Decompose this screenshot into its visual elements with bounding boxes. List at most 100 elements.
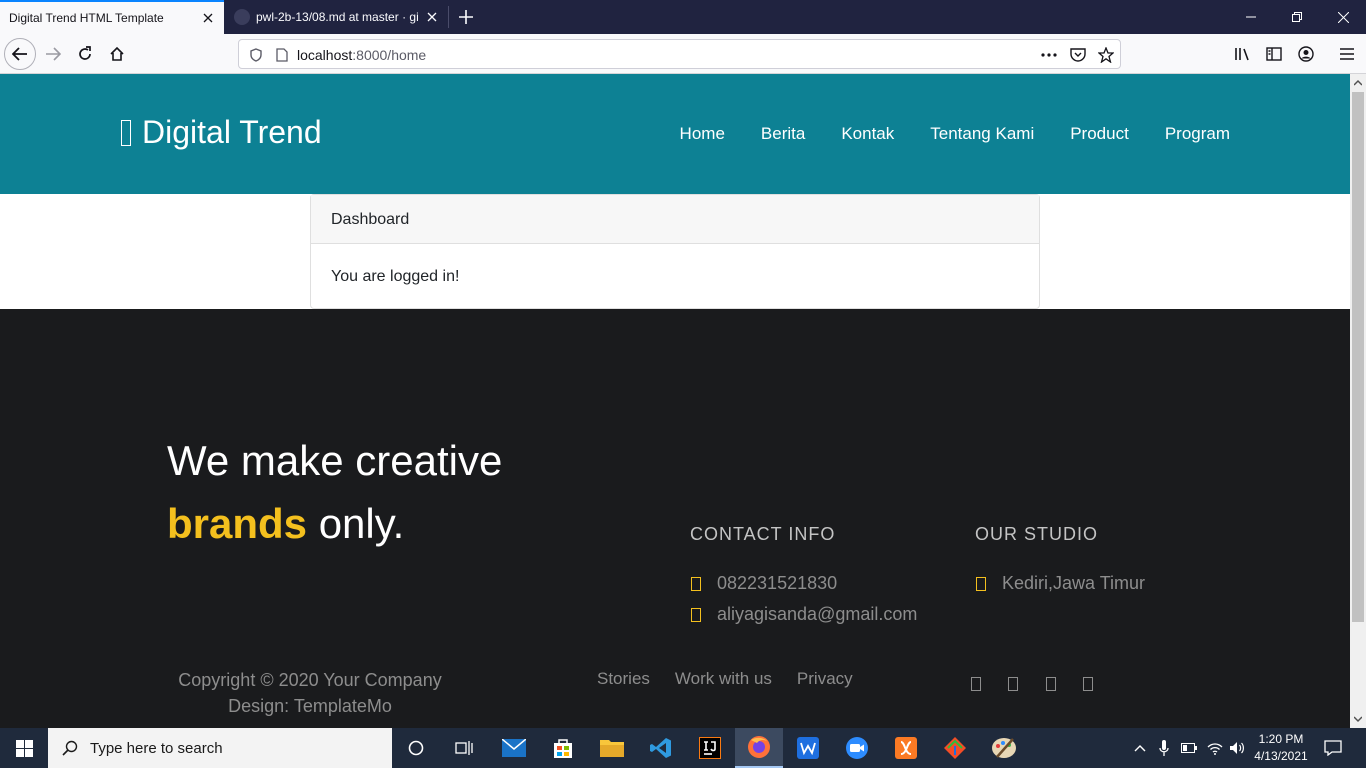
design-credit[interactable]: Design: TemplateMo	[178, 693, 442, 719]
intellij-button[interactable]	[686, 728, 734, 768]
cortana-button[interactable]	[392, 728, 440, 768]
xampp-button[interactable]	[882, 728, 930, 768]
card-body: You are logged in!	[331, 268, 460, 285]
dashboard-card: Dashboard You are logged in!	[310, 194, 1040, 309]
store-icon	[554, 739, 572, 758]
browser-tab-bar: Digital Trend HTML Template pwl-2b-13/08…	[0, 0, 1366, 34]
restore-button[interactable]	[1274, 0, 1320, 34]
search-placeholder: Type here to search	[90, 739, 223, 757]
site-brand-link[interactable]: Digital Trend	[121, 114, 322, 151]
arrow-left-icon	[12, 47, 27, 61]
back-button[interactable]	[4, 38, 36, 70]
mail-app-button[interactable]	[490, 728, 538, 768]
volume-button[interactable]	[1226, 728, 1248, 768]
new-tab-button[interactable]	[454, 5, 478, 29]
wps-writer-icon	[797, 737, 819, 759]
bookmark-star-icon[interactable]	[1097, 46, 1115, 64]
menu-item-tentang-kami[interactable]: Tentang Kami	[930, 124, 1034, 144]
menu-item-program[interactable]: Program	[1165, 124, 1230, 144]
close-tab-icon[interactable]	[420, 5, 444, 29]
home-button[interactable]	[101, 38, 133, 70]
git-gui-button[interactable]	[931, 728, 979, 768]
phone-icon	[691, 576, 701, 591]
taskbar-search[interactable]: Type here to search	[48, 728, 392, 768]
location-icon	[976, 576, 986, 591]
site-header: Digital Trend Home Berita Kontak Tentang…	[0, 74, 1350, 194]
sidebar-icon	[1266, 47, 1282, 61]
file-explorer-button[interactable]	[588, 728, 636, 768]
close-window-button[interactable]	[1320, 0, 1366, 34]
notification-icon	[1324, 740, 1342, 756]
tagline-rest: only.	[307, 500, 405, 547]
menu-button[interactable]	[1331, 38, 1363, 70]
mail-icon	[502, 739, 526, 757]
tab-title: pwl-2b-13/08.md at master · gi	[256, 10, 419, 24]
cortana-icon	[408, 740, 424, 756]
copyright: Copyright © 2020 Your Company Design: Te…	[178, 667, 442, 719]
page-scrollbar[interactable]	[1350, 74, 1366, 728]
store-app-button[interactable]	[539, 728, 587, 768]
url-text: localhost:8000/home	[297, 47, 427, 63]
menu-item-home[interactable]: Home	[680, 124, 725, 144]
tab-digital-trend[interactable]: Digital Trend HTML Template	[0, 0, 224, 34]
github-favicon-icon	[234, 9, 250, 25]
url-bar[interactable]: localhost:8000/home	[238, 39, 1121, 69]
pocket-icon[interactable]	[1069, 46, 1087, 64]
instagram-icon[interactable]	[1046, 677, 1056, 691]
tagline-highlight: brands	[167, 500, 308, 547]
tab-github[interactable]: pwl-2b-13/08.md at master · gi	[226, 0, 448, 34]
taskbar-clock[interactable]: 1:20 PM 4/13/2021	[1250, 731, 1312, 765]
our-studio-title: OUR STUDIO	[975, 524, 1099, 544]
microphone-button[interactable]	[1154, 728, 1174, 768]
paint-app-button[interactable]	[980, 728, 1028, 768]
menu-item-product[interactable]: Product	[1070, 124, 1129, 144]
account-icon	[1298, 46, 1314, 62]
brand-name: Digital Trend	[142, 114, 322, 150]
zoom-button[interactable]	[833, 728, 881, 768]
account-button[interactable]	[1290, 38, 1322, 70]
close-tab-icon[interactable]	[196, 6, 220, 30]
firefox-button[interactable]	[735, 728, 783, 768]
reload-button[interactable]	[69, 38, 101, 70]
minimize-button[interactable]	[1228, 0, 1274, 34]
network-button[interactable]	[1204, 728, 1226, 768]
action-center-button[interactable]	[1318, 728, 1348, 768]
studio-location-text: Kediri,Jawa Timur	[1002, 573, 1146, 593]
site-footer: We make creative brands only. CONTACT IN…	[0, 309, 1350, 728]
contact-info-title: CONTACT INFO	[690, 524, 836, 544]
wps-button[interactable]	[784, 728, 832, 768]
show-hidden-icons-button[interactable]	[1130, 728, 1150, 768]
scroll-down-icon	[1354, 716, 1362, 723]
page-icon[interactable]	[273, 46, 291, 64]
sidebar-button[interactable]	[1258, 38, 1290, 70]
hamburger-icon	[1340, 48, 1354, 60]
xampp-icon	[895, 737, 917, 759]
menu-item-kontak[interactable]: Kontak	[841, 124, 894, 144]
forward-button[interactable]	[37, 38, 69, 70]
folder-icon	[600, 740, 624, 757]
footer-link-stories[interactable]: Stories	[597, 669, 650, 689]
more-actions-icon[interactable]	[1040, 46, 1058, 64]
facebook-icon[interactable]	[971, 677, 981, 691]
home-icon	[110, 46, 124, 61]
search-icon	[62, 740, 78, 756]
linkedin-icon[interactable]	[1083, 677, 1093, 691]
footer-link-privacy[interactable]: Privacy	[797, 669, 853, 689]
shield-icon[interactable]	[247, 46, 265, 64]
email-address[interactable]: aliyagisanda@gmail.com	[717, 604, 917, 625]
footer-tagline: We make creative brands only.	[167, 429, 502, 555]
vscode-button[interactable]	[637, 728, 685, 768]
footer-link-work-with-us[interactable]: Work with us	[675, 669, 772, 689]
contact-email[interactable]: aliyagisanda@gmail.com	[691, 604, 917, 625]
minimize-icon	[1246, 16, 1256, 18]
scrollbar-thumb[interactable]	[1352, 92, 1364, 622]
contact-phone: 082231521830	[691, 573, 837, 594]
studio-location: Kediri,Jawa Timur	[976, 573, 1145, 594]
menu-item-berita[interactable]: Berita	[761, 124, 805, 144]
arrow-right-icon	[46, 47, 61, 61]
library-button[interactable]	[1226, 38, 1258, 70]
start-button[interactable]	[0, 728, 48, 768]
battery-button[interactable]	[1178, 728, 1200, 768]
twitter-icon[interactable]	[1008, 677, 1018, 691]
task-view-button[interactable]	[440, 728, 488, 768]
